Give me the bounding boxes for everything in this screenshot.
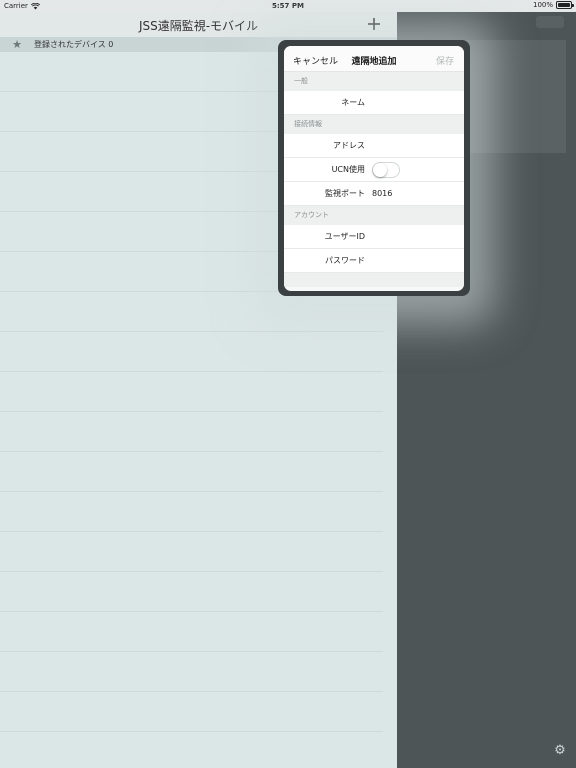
- ucn-row: UCN使用: [284, 158, 464, 182]
- name-row: ネーム: [284, 91, 464, 115]
- page-title: JSS遠隔監視-モバイル: [138, 19, 259, 33]
- battery-icon: [556, 1, 574, 9]
- add-remote-popover: キャンセル 遠隔地追加 保存 一般 ネーム 接続情報 アドレス UCN使用 監視…: [284, 46, 464, 291]
- password-label: パスワード: [325, 256, 365, 265]
- star-icon: ★: [12, 38, 22, 51]
- list-item: [0, 692, 383, 732]
- battery-fill: [558, 3, 570, 7]
- list-item: [0, 572, 383, 612]
- address-label: アドレス: [333, 141, 365, 150]
- dimmed-toolbar-button: [536, 16, 564, 28]
- user-id-label: ユーザーID: [324, 232, 365, 241]
- section-header-account: アカウント: [284, 206, 464, 225]
- navigation-bar: JSS遠隔監視-モバイル: [0, 12, 397, 37]
- save-button[interactable]: 保存: [436, 54, 454, 67]
- name-input[interactable]: [372, 98, 458, 107]
- popover-nav-bar: キャンセル 遠隔地追加 保存: [284, 46, 464, 72]
- ucn-label: UCN使用: [331, 165, 365, 174]
- clock: 5:57 PM: [272, 2, 304, 10]
- gear-icon: ⚙: [554, 743, 566, 758]
- list-item: [0, 452, 383, 492]
- user-id-input[interactable]: [372, 232, 458, 241]
- section-header-general: 一般: [284, 72, 464, 91]
- address-row: アドレス: [284, 134, 464, 158]
- list-item: [0, 292, 383, 332]
- device-count-label: 登録されたデバイス 0: [34, 40, 114, 49]
- add-device-button[interactable]: [364, 14, 384, 34]
- list-item: [0, 332, 383, 372]
- list-item: [0, 412, 383, 452]
- settings-button[interactable]: ⚙: [553, 744, 567, 758]
- list-item: [0, 532, 383, 572]
- password-row: パスワード: [284, 249, 464, 273]
- plus-icon: [368, 18, 380, 30]
- user-id-row: ユーザーID: [284, 225, 464, 249]
- address-input[interactable]: [372, 141, 458, 150]
- password-input[interactable]: [372, 256, 458, 265]
- battery-info: 100%: [532, 1, 574, 9]
- port-row: 監視ポート 8016: [284, 182, 464, 206]
- list-item: [0, 372, 383, 412]
- ucn-toggle[interactable]: [372, 161, 400, 178]
- port-label: 監視ポート: [325, 189, 365, 198]
- popover-footer-spacer: [284, 273, 464, 287]
- list-item: [0, 492, 383, 532]
- battery-percent: 100%: [532, 1, 553, 9]
- section-header-connection: 接続情報: [284, 115, 464, 134]
- toggle-knob: [373, 162, 387, 177]
- status-bar: Carrier 5:57 PM 100%: [0, 0, 576, 12]
- name-label: ネーム: [341, 98, 365, 107]
- port-input[interactable]: 8016: [368, 189, 392, 198]
- list-item: [0, 612, 383, 652]
- list-item: [0, 652, 383, 692]
